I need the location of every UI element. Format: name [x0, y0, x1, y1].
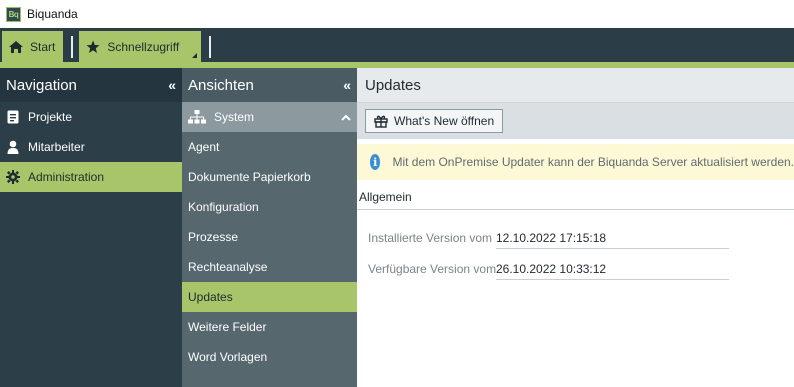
nav-item-label: Administration — [28, 170, 105, 184]
tab-quick-access-label: Schnellzugriff — [107, 39, 180, 54]
page-title: Updates — [357, 68, 794, 102]
info-text: Mit dem OnPremise Updater kann der Biqua… — [392, 155, 794, 169]
toolbar-separator — [71, 36, 74, 58]
dropdown-caret-icon[interactable] — [192, 53, 198, 58]
navigation-panel: Navigation « Projekte Mitarbeiter Admini… — [0, 68, 182, 387]
views-title: Ansichten — [188, 76, 254, 94]
whats-new-label: What's New öffnen — [394, 114, 495, 128]
view-item-label: Rechteanalyse — [188, 260, 268, 274]
view-item-label: Konfiguration — [188, 200, 259, 214]
view-item-updates[interactable]: Updates — [182, 282, 357, 312]
view-item-rechteanalyse[interactable]: Rechteanalyse — [182, 252, 357, 282]
nav-item-label: Projekte — [28, 110, 73, 124]
app-logo: Bq — [6, 6, 21, 22]
view-item-word-vorlagen[interactable]: Word Vorlagen — [182, 342, 357, 372]
field-value[interactable]: 26.10.2022 10:33:12 — [496, 258, 729, 280]
view-item-label: Dokumente Papierkorb — [188, 170, 311, 184]
title-bar: Bq Biquanda — [0, 0, 794, 28]
content-panel: Updates What's New öffnen i Mit dem OnPr… — [357, 68, 794, 387]
views-group-system[interactable]: System — [182, 102, 357, 132]
app-logo-text: Bq — [8, 9, 19, 19]
field-value[interactable]: 12.10.2022 17:15:18 — [496, 227, 729, 249]
tab-start[interactable]: Start — [2, 31, 64, 62]
tab-start-label: Start — [30, 39, 56, 54]
collapse-views-icon[interactable]: « — [343, 77, 351, 93]
star-icon — [85, 39, 101, 55]
view-item-label: Updates — [188, 290, 233, 304]
info-icon: i — [370, 154, 381, 170]
tab-quick-access[interactable]: Schnellzugriff — [79, 31, 202, 62]
gift-icon — [374, 114, 388, 128]
collapse-navigation-icon[interactable]: « — [168, 77, 176, 93]
views-header: Ansichten « — [182, 68, 357, 102]
toolbar-separator — [209, 36, 212, 58]
view-item-dokumente-papierkorb[interactable]: Dokumente Papierkorb — [182, 162, 357, 192]
user-icon — [6, 140, 20, 154]
nav-item-administration[interactable]: Administration — [0, 162, 182, 192]
navigation-title: Navigation — [6, 76, 77, 94]
field-label: Verfügbare Version vom — [368, 262, 497, 276]
views-group-label: System — [214, 110, 255, 124]
whats-new-button[interactable]: What's New öffnen — [365, 109, 504, 133]
nav-item-mitarbeiter[interactable]: Mitarbeiter — [0, 132, 182, 162]
field-label: Installierte Version vom — [368, 231, 493, 245]
gear-icon — [6, 170, 20, 184]
view-item-label: Prozesse — [188, 230, 239, 244]
view-item-konfiguration[interactable]: Konfiguration — [182, 192, 357, 222]
field-installed-version: Installierte Version vom 12.10.2022 17:1… — [357, 227, 794, 249]
clipboard-icon — [6, 110, 20, 124]
views-panel: Ansichten « System Agent Dokumente Papie… — [182, 68, 357, 387]
chevron-up-icon[interactable] — [341, 110, 351, 124]
info-banner: i Mit dem OnPremise Updater kann der Biq… — [357, 144, 794, 180]
view-item-weitere-felder[interactable]: Weitere Felder — [182, 312, 357, 342]
app-title: Biquanda — [27, 7, 78, 21]
section-general: Allgemein — [357, 184, 794, 210]
view-item-label: Agent — [188, 140, 220, 154]
view-item-agent[interactable]: Agent — [182, 132, 357, 162]
nav-item-projekte[interactable]: Projekte — [0, 102, 182, 132]
content-toolbar: What's New öffnen — [357, 102, 794, 139]
view-item-label: Weitere Felder — [188, 320, 267, 334]
sitemap-icon — [188, 110, 206, 124]
view-item-prozesse[interactable]: Prozesse — [182, 222, 357, 252]
navigation-header: Navigation « — [0, 68, 182, 102]
home-icon — [8, 39, 24, 55]
field-available-version: Verfügbare Version vom 26.10.2022 10:33:… — [357, 258, 794, 280]
main-toolbar: Start Schnellzugriff — [0, 28, 794, 62]
nav-item-label: Mitarbeiter — [28, 140, 85, 154]
view-item-label: Word Vorlagen — [188, 350, 268, 364]
